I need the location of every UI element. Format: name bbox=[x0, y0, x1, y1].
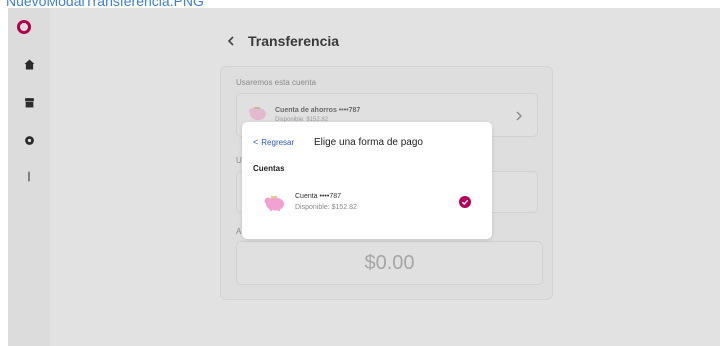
amount-value: $0.00 bbox=[364, 251, 415, 274]
field-label: U bbox=[236, 156, 242, 165]
page-header: Transferencia bbox=[226, 33, 339, 49]
back-chevron-icon[interactable] bbox=[226, 34, 236, 48]
option-account-available: Disponible: $152.82 bbox=[295, 204, 357, 211]
home-icon[interactable] bbox=[21, 56, 37, 72]
chevron-left-icon: < bbox=[253, 137, 259, 147]
account-caption: Usaremos esta cuenta bbox=[236, 78, 317, 87]
amount-label: A bbox=[236, 227, 242, 236]
page-title: Transferencia bbox=[248, 33, 340, 49]
store-icon[interactable] bbox=[21, 94, 37, 110]
app-screen: Transferencia Usaremos esta cuenta Cuent… bbox=[8, 8, 720, 346]
chevron-right-icon bbox=[515, 109, 523, 127]
brand-logo-icon[interactable] bbox=[17, 20, 31, 34]
modal-back-button[interactable]: < Regresar bbox=[253, 137, 294, 147]
modal-section-title: Cuentas bbox=[253, 164, 285, 173]
amount-input[interactable]: $0.00 bbox=[236, 241, 543, 285]
check-circle-icon bbox=[459, 196, 471, 208]
piggy-bank-icon bbox=[263, 193, 287, 217]
gear-icon[interactable] bbox=[21, 132, 37, 148]
sidebar bbox=[8, 8, 50, 346]
option-account-name: Cuenta ••••787 bbox=[295, 193, 341, 200]
more-icon[interactable] bbox=[21, 168, 37, 184]
account-name: Cuenta de ahorros ••••787 bbox=[275, 107, 361, 114]
modal-title: Elige una forma de pago bbox=[314, 137, 423, 148]
account-option[interactable]: Cuenta ••••787 Disponible: $152.82 bbox=[252, 184, 484, 220]
modal-back-label: Regresar bbox=[261, 137, 295, 147]
payment-method-modal: < Regresar Elige una forma de pago Cuent… bbox=[242, 122, 492, 239]
file-name-caption: NuevoModalTransferencia.PNG bbox=[6, 0, 204, 9]
